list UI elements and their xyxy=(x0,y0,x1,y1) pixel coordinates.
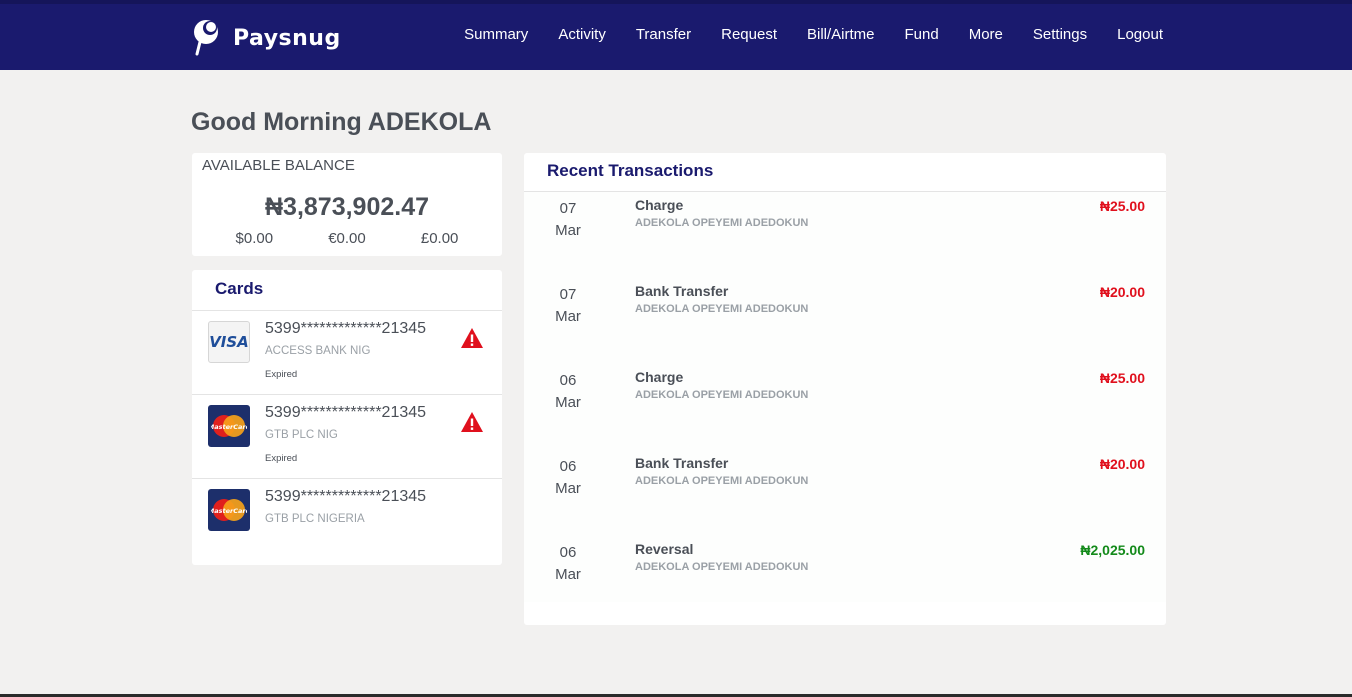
visa-icon: VISA xyxy=(208,321,250,363)
transaction-row[interactable]: 07 Mar Bank Transfer ADEKOLA OPEYEMI ADE… xyxy=(524,278,1166,364)
card-number: 5399*************21345 xyxy=(265,488,427,505)
transaction-date: 06 Mar xyxy=(546,542,590,586)
warning-icon[interactable] xyxy=(460,327,484,349)
transaction-month: Mar xyxy=(555,394,581,411)
paysnug-logo-icon xyxy=(191,18,223,56)
card-status: Expired xyxy=(265,369,298,380)
card-item[interactable]: MasterCard 5399*************21345 GTB PL… xyxy=(192,479,502,563)
transaction-month: Mar xyxy=(555,308,581,325)
cards-panel: Cards VISA 5399*************21345 ACCESS… xyxy=(192,270,502,565)
gbp-balance: £0.00 xyxy=(420,230,459,247)
transaction-month: Mar xyxy=(555,480,581,497)
transaction-party: ADEKOLA OPEYEMI ADEDOKUN xyxy=(635,561,809,573)
card-brand-text: VISA xyxy=(209,333,249,351)
nav-activity[interactable]: Activity xyxy=(558,26,606,43)
currency-balances: $0.00 €0.00 £0.00 xyxy=(192,230,502,247)
transaction-type: Reversal xyxy=(635,541,694,557)
nav-fund[interactable]: Fund xyxy=(905,26,939,43)
card-brand-text: MasterCard xyxy=(211,507,247,515)
balance-label: AVAILABLE BALANCE xyxy=(202,157,355,174)
nav-more[interactable]: More xyxy=(969,26,1003,43)
mastercard-icon: MasterCard xyxy=(208,405,250,447)
transaction-list: 07 Mar Charge ADEKOLA OPEYEMI ADEDOKUN ₦… xyxy=(524,192,1166,602)
transaction-row[interactable]: 07 Mar Charge ADEKOLA OPEYEMI ADEDOKUN ₦… xyxy=(524,192,1166,278)
transaction-party: ADEKOLA OPEYEMI ADEDOKUN xyxy=(635,475,809,487)
top-navbar: Paysnug Summary Activity Transfer Reques… xyxy=(0,0,1352,70)
transaction-day: 07 xyxy=(559,286,577,303)
greeting-heading: Good Morning ADEKOLA xyxy=(191,108,492,136)
transaction-row[interactable]: 06 Mar Charge ADEKOLA OPEYEMI ADEDOKUN ₦… xyxy=(524,364,1166,450)
transaction-type: Charge xyxy=(635,197,684,213)
card-item[interactable]: MasterCard 5399*************21345 GTB PL… xyxy=(192,395,502,479)
card-brand-text: MasterCard xyxy=(211,423,247,431)
nav-logout[interactable]: Logout xyxy=(1117,26,1163,43)
transaction-month: Mar xyxy=(555,222,581,239)
transaction-row[interactable]: 06 Mar Bank Transfer ADEKOLA OPEYEMI ADE… xyxy=(524,450,1166,536)
transaction-day: 07 xyxy=(559,200,577,217)
transaction-month: Mar xyxy=(555,566,581,583)
transaction-date: 06 Mar xyxy=(546,370,590,414)
mastercard-icon: MasterCard xyxy=(208,489,250,531)
recent-transactions-title: Recent Transactions xyxy=(547,161,714,180)
transaction-day: 06 xyxy=(559,544,577,561)
transaction-day: 06 xyxy=(559,458,577,475)
card-bank: GTB PLC NIG xyxy=(265,429,338,441)
main-nav: Summary Activity Transfer Request Bill/A… xyxy=(464,26,1163,43)
balance-panel: AVAILABLE BALANCE ₦3,873,902.47 $0.00 €0… xyxy=(192,153,502,256)
transaction-type: Charge xyxy=(635,369,684,385)
brand-name: Paysnug xyxy=(233,25,341,51)
card-bank: ACCESS BANK NIG xyxy=(265,345,371,357)
balance-amount: ₦3,873,902.47 xyxy=(264,193,430,221)
transaction-date: 07 Mar xyxy=(546,198,590,242)
transaction-type: Bank Transfer xyxy=(635,455,729,471)
transaction-type: Bank Transfer xyxy=(635,283,729,299)
transaction-date: 07 Mar xyxy=(546,284,590,328)
nav-settings[interactable]: Settings xyxy=(1033,26,1087,43)
transaction-amount: ₦20.00 xyxy=(1099,284,1145,300)
nav-request[interactable]: Request xyxy=(721,26,777,43)
transaction-day: 06 xyxy=(559,372,577,389)
usd-balance: $0.00 xyxy=(235,230,274,247)
card-status: Expired xyxy=(265,453,298,464)
eur-balance: €0.00 xyxy=(328,230,366,247)
card-item[interactable]: VISA 5399*************21345 ACCESS BANK … xyxy=(192,311,502,395)
nav-summary[interactable]: Summary xyxy=(464,26,528,43)
transaction-date: 06 Mar xyxy=(546,456,590,500)
card-number: 5399*************21345 xyxy=(265,404,427,421)
nav-transfer[interactable]: Transfer xyxy=(636,26,691,43)
transaction-party: ADEKOLA OPEYEMI ADEDOKUN xyxy=(635,217,809,229)
transaction-amount: ₦25.00 xyxy=(1099,370,1145,386)
transaction-party: ADEKOLA OPEYEMI ADEDOKUN xyxy=(635,303,809,315)
warning-icon[interactable] xyxy=(460,411,484,433)
transaction-amount: ₦20.00 xyxy=(1099,456,1145,472)
recent-transactions-panel: Recent Transactions 07 Mar Charge ADEKOL… xyxy=(524,153,1166,625)
transaction-row[interactable]: 06 Mar Reversal ADEKOLA OPEYEMI ADEDOKUN… xyxy=(524,536,1166,622)
brand-logo[interactable]: Paysnug xyxy=(191,18,341,56)
transaction-amount: ₦2,025.00 xyxy=(1080,542,1145,558)
card-number: 5399*************21345 xyxy=(265,320,427,337)
card-bank: GTB PLC NIGERIA xyxy=(265,513,365,525)
transaction-party: ADEKOLA OPEYEMI ADEDOKUN xyxy=(635,389,809,401)
cards-title: Cards xyxy=(215,279,264,298)
nav-bill-airtime[interactable]: Bill/Airtme xyxy=(807,26,875,43)
transaction-amount: ₦25.00 xyxy=(1099,198,1145,214)
